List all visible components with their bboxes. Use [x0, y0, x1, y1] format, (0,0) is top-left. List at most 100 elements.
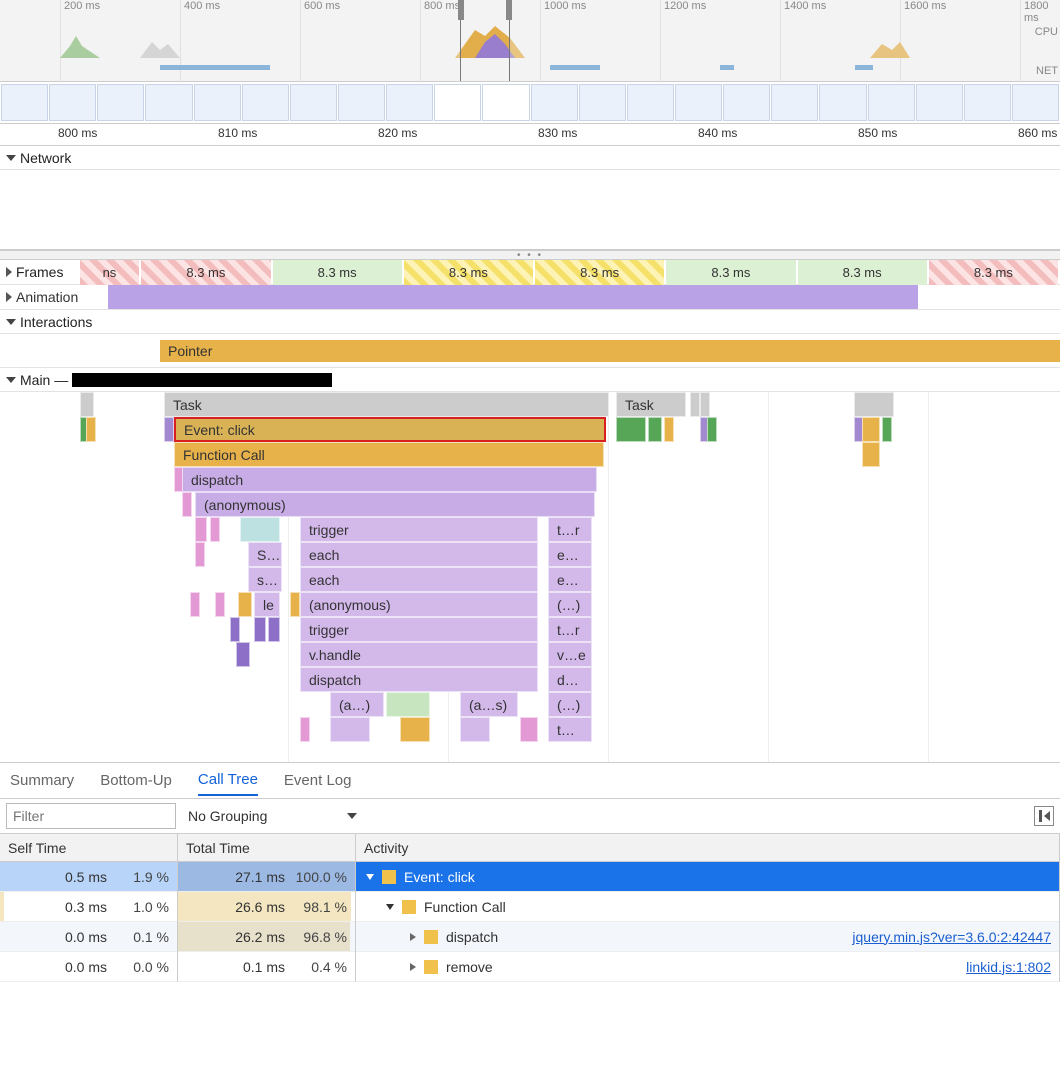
animation-track[interactable]: Animation — [0, 285, 1060, 310]
flame-anonymous[interactable]: (anonymous) — [300, 592, 538, 617]
flame-task[interactable] — [80, 392, 94, 417]
source-link[interactable]: linkid.js:1:802 — [966, 959, 1051, 975]
filmstrip-thumb[interactable] — [1012, 84, 1059, 121]
col-header-self-time[interactable]: Self Time — [0, 834, 177, 862]
flame-anonymous[interactable]: (anonymous) — [195, 492, 595, 517]
grouping-select[interactable]: No Grouping — [188, 808, 357, 824]
filmstrip-thumb[interactable] — [97, 84, 144, 121]
network-track-header[interactable]: Network — [0, 146, 1060, 170]
flame-bar[interactable] — [862, 417, 880, 442]
flame-bar[interactable]: t…r — [548, 617, 592, 642]
filmstrip-thumb[interactable] — [49, 84, 96, 121]
flame-bar[interactable] — [230, 617, 240, 642]
flame-bar[interactable] — [520, 717, 538, 742]
frame[interactable]: 8.3 ms — [929, 260, 1058, 285]
flame-dispatch[interactable]: dispatch — [300, 667, 538, 692]
flame-bar[interactable] — [86, 417, 96, 442]
flame-task[interactable] — [854, 392, 894, 417]
main-track-header[interactable]: Main — — [0, 368, 1060, 392]
flame-task[interactable]: Task — [164, 392, 609, 417]
flame-trigger[interactable]: trigger — [300, 517, 538, 542]
frames-track[interactable]: Frames ns 8.3 ms 8.3 ms 8.3 ms 8.3 ms 8.… — [0, 260, 1060, 285]
frame[interactable]: 8.3 ms — [404, 260, 533, 285]
total-time-cell[interactable]: 26.6 ms98.1 % — [178, 892, 355, 922]
flame-bar[interactable] — [330, 717, 370, 742]
col-header-total-time[interactable]: Total Time — [178, 834, 355, 862]
flame-bar[interactable]: (a…) — [330, 692, 384, 717]
flame-chart[interactable]: Task Task Event: click Function Call dis… — [0, 392, 1060, 762]
flame-bar[interactable]: e… — [548, 542, 592, 567]
overview-viewport[interactable] — [460, 0, 510, 81]
flame-bar[interactable] — [268, 617, 280, 642]
tab-call-tree[interactable]: Call Tree — [198, 771, 258, 796]
flame-bar[interactable] — [238, 592, 252, 617]
col-header-activity[interactable]: Activity — [356, 834, 1059, 862]
flame-task[interactable] — [690, 392, 700, 417]
filmstrip-thumb[interactable] — [819, 84, 866, 121]
animation-bar[interactable] — [108, 285, 918, 309]
source-link[interactable]: jquery.min.js?ver=3.6.0:2:42447 — [852, 929, 1051, 945]
flame-bar[interactable] — [240, 517, 280, 542]
filmstrip-thumb[interactable] — [579, 84, 626, 121]
filmstrip-thumb[interactable] — [771, 84, 818, 121]
flame-vhandle[interactable]: v.handle — [300, 642, 538, 667]
flame-event-click[interactable]: Event: click — [174, 417, 606, 442]
flame-bar[interactable] — [862, 442, 880, 467]
filmstrip-thumb[interactable] — [338, 84, 385, 121]
filmstrip-thumb[interactable] — [194, 84, 241, 121]
activity-row[interactable]: dispatch jquery.min.js?ver=3.6.0:2:42447 — [356, 922, 1059, 952]
filmstrip-thumb[interactable] — [627, 84, 674, 121]
filmstrip-thumb[interactable] — [145, 84, 192, 121]
frame[interactable]: 8.3 ms — [798, 260, 927, 285]
filmstrip-thumb[interactable] — [868, 84, 915, 121]
filmstrip[interactable] — [0, 82, 1060, 124]
filmstrip-thumb[interactable] — [916, 84, 963, 121]
flame-task[interactable] — [700, 392, 710, 417]
self-time-cell[interactable]: 0.3 ms1.0 % — [0, 892, 177, 922]
frame[interactable]: 8.3 ms — [666, 260, 795, 285]
filmstrip-thumb[interactable] — [434, 84, 481, 121]
flame-bar[interactable] — [195, 517, 207, 542]
pointer-interaction[interactable]: Pointer — [160, 340, 1060, 362]
tab-event-log[interactable]: Event Log — [284, 772, 352, 795]
total-time-cell[interactable]: 26.2 ms96.8 % — [178, 922, 355, 952]
toggle-sidebar-button[interactable] — [1034, 806, 1054, 826]
filmstrip-thumb[interactable] — [482, 84, 529, 121]
flame-bar[interactable] — [210, 517, 220, 542]
interactions-track[interactable]: Pointer — [0, 334, 1060, 368]
activity-row[interactable]: Event: click — [356, 862, 1059, 892]
frame[interactable]: 8.3 ms — [273, 260, 402, 285]
flame-dispatch[interactable]: dispatch — [182, 467, 597, 492]
total-time-cell[interactable]: 27.1 ms100.0 % — [178, 862, 355, 892]
filmstrip-thumb[interactable] — [242, 84, 289, 121]
flame-bar[interactable]: d… — [548, 667, 592, 692]
flame-bar[interactable] — [164, 417, 174, 442]
flame-each[interactable]: each — [300, 542, 538, 567]
filmstrip-thumb[interactable] — [723, 84, 770, 121]
flame-bar[interactable]: (…) — [548, 692, 592, 717]
flame-bar[interactable] — [236, 642, 250, 667]
flame-bar[interactable] — [195, 542, 205, 567]
animation-track-header[interactable]: Animation — [0, 285, 108, 309]
flame-bar[interactable]: le — [254, 592, 280, 617]
flame-trigger[interactable]: trigger — [300, 617, 538, 642]
flame-bar[interactable]: S… — [248, 542, 282, 567]
flame-bar[interactable] — [707, 417, 717, 442]
flame-bar[interactable] — [386, 692, 430, 717]
flame-bar[interactable] — [882, 417, 892, 442]
filmstrip-thumb[interactable] — [386, 84, 433, 121]
flame-bar[interactable] — [460, 717, 490, 742]
pane-resizer[interactable]: • • • — [0, 250, 1060, 260]
flame-task[interactable]: Task — [616, 392, 686, 417]
filmstrip-thumb[interactable] — [1, 84, 48, 121]
flame-bar[interactable] — [290, 592, 300, 617]
flame-bar[interactable]: t…r — [548, 517, 592, 542]
viewport-handle-left[interactable] — [458, 0, 464, 20]
flame-bar[interactable] — [300, 717, 310, 742]
filmstrip-thumb[interactable] — [675, 84, 722, 121]
flame-bar[interactable] — [400, 717, 430, 742]
frame[interactable]: 8.3 ms — [535, 260, 664, 285]
flame-each[interactable]: each — [300, 567, 538, 592]
activity-row[interactable]: Function Call — [356, 892, 1059, 922]
flame-bar[interactable] — [664, 417, 674, 442]
